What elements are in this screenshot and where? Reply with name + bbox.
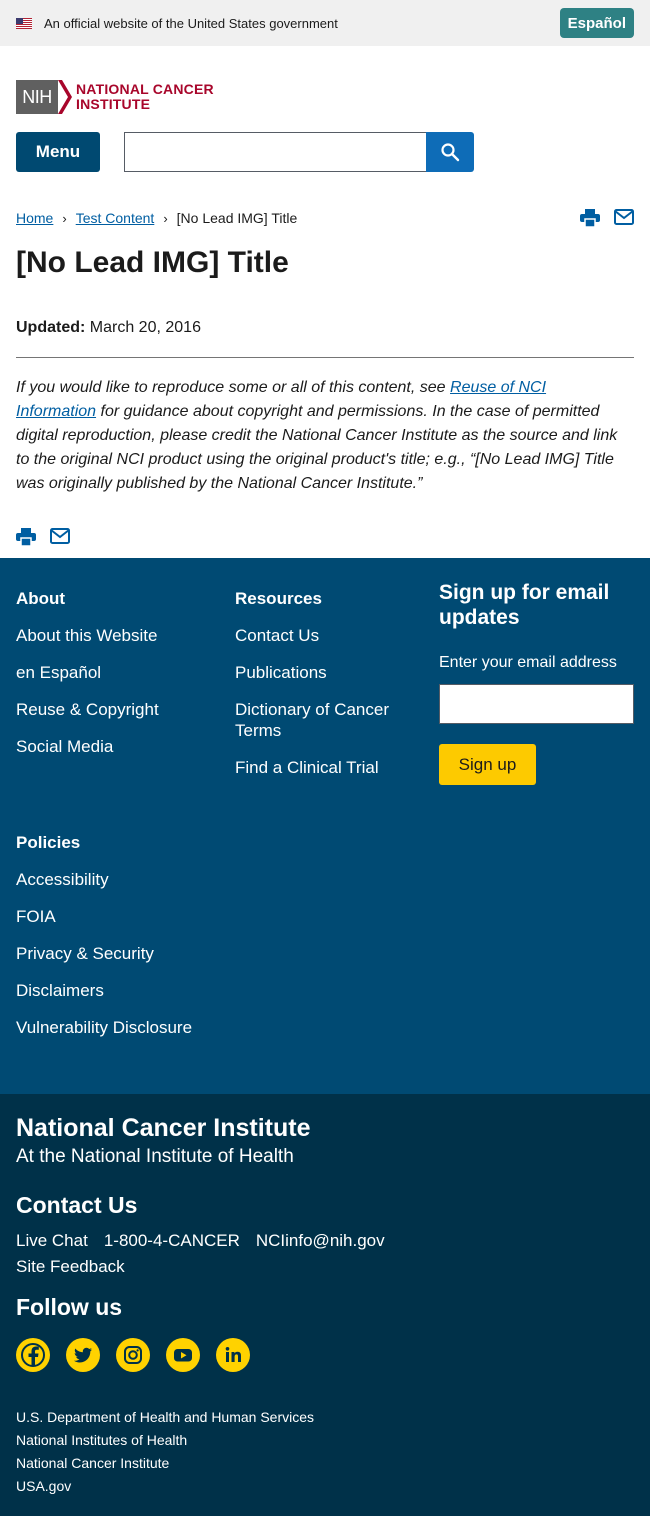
- reuse-notice: If you would like to reproduce some or a…: [16, 376, 626, 496]
- footer-resources-heading: Resources: [235, 589, 322, 608]
- site-feedback-link[interactable]: Site Feedback: [16, 1257, 125, 1277]
- updated-date: Updated: March 20, 2016: [16, 319, 201, 337]
- breadcrumb: Home › Test Content › [No Lead IMG] Titl…: [16, 210, 297, 226]
- share-tools-top: [580, 209, 634, 227]
- agency-link-usagov[interactable]: USA.gov: [16, 1475, 314, 1498]
- footer-link-en-espanol[interactable]: en Español: [16, 662, 159, 683]
- divider: [16, 357, 634, 358]
- footer-link-about-website[interactable]: About this Website: [16, 625, 159, 646]
- footer-link-contact-us[interactable]: Contact Us: [235, 625, 415, 646]
- nci-logo[interactable]: NIH NATIONAL CANCER INSTITUTE: [16, 80, 214, 114]
- footer-resources-column: Resources Contact Us Publications Dictio…: [235, 589, 415, 778]
- reuse-text-pre: If you would like to reproduce some or a…: [16, 379, 451, 396]
- print-icon[interactable]: [16, 528, 36, 546]
- agency-links: U.S. Department of Health and Human Serv…: [16, 1406, 314, 1498]
- footer-org-subtitle: At the National Institute of Health: [16, 1146, 294, 1167]
- updated-value: March 20, 2016: [89, 319, 201, 336]
- live-chat-link[interactable]: Live Chat: [16, 1231, 88, 1251]
- twitter-icon[interactable]: [66, 1338, 100, 1372]
- signup-title: Sign up for email updates: [439, 581, 610, 629]
- nci-name: NATIONAL CANCER INSTITUTE: [76, 82, 214, 112]
- social-links: [16, 1338, 250, 1372]
- us-flag-icon: [16, 17, 32, 29]
- nih-chevron-icon: [58, 80, 72, 114]
- email-icon[interactable]: [614, 209, 634, 225]
- breadcrumb-current: [No Lead IMG] Title: [176, 210, 298, 226]
- footer-link-vulnerability[interactable]: Vulnerability Disclosure: [16, 1017, 192, 1038]
- instagram-icon[interactable]: [116, 1338, 150, 1372]
- espanol-button[interactable]: Español: [559, 8, 634, 38]
- footer-link-social-media[interactable]: Social Media: [16, 736, 159, 757]
- nci-name-line1: NATIONAL CANCER: [76, 81, 214, 97]
- gov-banner-text: An official website of the United States…: [44, 15, 338, 31]
- footer-link-clinical-trial[interactable]: Find a Clinical Trial: [235, 757, 415, 778]
- search-icon: [441, 143, 460, 162]
- footer-link-privacy[interactable]: Privacy & Security: [16, 943, 192, 964]
- footer-policies-heading: Policies: [16, 833, 81, 852]
- breadcrumb-test-content[interactable]: Test Content: [76, 210, 155, 226]
- breadcrumb-home[interactable]: Home: [16, 210, 53, 226]
- linkedin-icon[interactable]: [216, 1338, 250, 1372]
- footer-about-heading: About: [16, 589, 66, 608]
- footer-bottom: National Cancer Institute At the Nationa…: [0, 1094, 650, 1516]
- reuse-text-post: for guidance about copyright and permiss…: [16, 403, 618, 492]
- search-button[interactable]: [426, 132, 474, 172]
- facebook-icon[interactable]: [16, 1338, 50, 1372]
- footer-about-column: About About this Website en Español Reus…: [16, 589, 159, 757]
- nci-name-line2: INSTITUTE: [76, 96, 151, 112]
- search-input[interactable]: [124, 132, 426, 172]
- footer-policies-column: Policies Accessibility FOIA Privacy & Se…: [16, 833, 192, 1038]
- youtube-icon[interactable]: [166, 1338, 200, 1372]
- agency-link-nci[interactable]: National Cancer Institute: [16, 1452, 314, 1475]
- email-link[interactable]: NCIinfo@nih.gov: [256, 1231, 385, 1251]
- footer-link-reuse-copyright[interactable]: Reuse & Copyright: [16, 699, 159, 720]
- chevron-right-icon: ›: [62, 210, 67, 226]
- search-row: Menu: [16, 132, 474, 172]
- signup-button[interactable]: Sign up: [439, 744, 536, 785]
- follow-heading: Follow us: [16, 1294, 123, 1320]
- email-icon[interactable]: [50, 528, 70, 544]
- contact-links: Live Chat 1-800-4-CANCER NCIinfo@nih.gov: [16, 1231, 385, 1251]
- updated-label: Updated:: [16, 319, 86, 336]
- chevron-right-icon: ›: [163, 210, 168, 226]
- agency-link-hhs[interactable]: U.S. Department of Health and Human Serv…: [16, 1406, 314, 1429]
- print-icon[interactable]: [580, 209, 600, 227]
- page-title: [No Lead IMG] Title: [16, 246, 289, 279]
- contact-heading: Contact Us: [16, 1192, 138, 1218]
- footer-link-publications[interactable]: Publications: [235, 662, 415, 683]
- footer-link-disclaimers[interactable]: Disclaimers: [16, 980, 192, 1001]
- footer-link-dictionary[interactable]: Dictionary of Cancer Terms: [235, 699, 415, 741]
- email-field[interactable]: [439, 684, 634, 724]
- phone-link[interactable]: 1-800-4-CANCER: [104, 1231, 240, 1251]
- agency-link-nih[interactable]: National Institutes of Health: [16, 1429, 314, 1452]
- footer-top: About About this Website en Español Reus…: [0, 558, 650, 1094]
- share-tools-bottom: [16, 528, 70, 546]
- gov-banner: An official website of the United States…: [0, 0, 650, 46]
- footer-link-accessibility[interactable]: Accessibility: [16, 869, 192, 890]
- footer-org-name[interactable]: National Cancer Institute: [16, 1114, 311, 1143]
- menu-button[interactable]: Menu: [16, 132, 100, 172]
- footer-link-foia[interactable]: FOIA: [16, 906, 192, 927]
- nih-logo-box: NIH: [16, 80, 58, 114]
- email-label: Enter your email address: [439, 654, 617, 671]
